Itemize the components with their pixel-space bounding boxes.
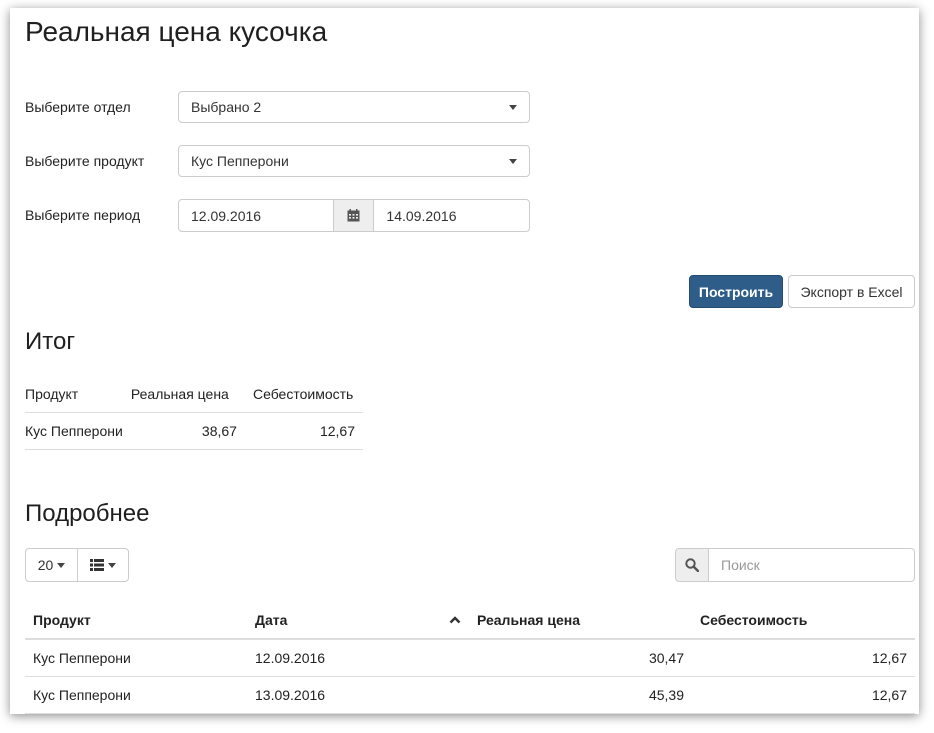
row-cost-cell: 12,67 (692, 639, 915, 677)
row-product-cell: Кус Пепперони (25, 639, 247, 677)
page-title: Реальная цена кусочка (25, 16, 328, 47)
period-label: Выберите период (25, 207, 141, 223)
caret-down-icon (509, 158, 517, 164)
department-select-value: Выбрано 2 (191, 99, 262, 115)
department-select[interactable]: Выбрано 2 (178, 91, 530, 123)
search-group (675, 548, 915, 582)
caret-down-icon (57, 562, 66, 568)
build-button[interactable]: Построить (689, 275, 783, 308)
row-real-price-cell: 30,47 (469, 639, 692, 677)
summary-table: Продукт Реальная цена Себестоимость Кус … (25, 376, 363, 450)
export-excel-button[interactable]: Экспорт в Excel (788, 275, 915, 308)
chevron-up-icon (449, 616, 461, 624)
calendar-addon (333, 199, 374, 232)
row-cost-cell: 12,67 (692, 676, 915, 714)
period-range: 12.09.2016 14.09.2016 (178, 199, 530, 232)
row-date-cell: 13.09.2016 (247, 676, 469, 714)
caret-down-icon (108, 562, 116, 568)
product-select[interactable]: Кус Пепперони (178, 145, 530, 177)
page-size-value: 20 (37, 557, 54, 573)
row-product-cell: Кус Пепперони (25, 676, 247, 714)
product-label: Выберите продукт (25, 153, 145, 169)
summary-header-row: Продукт Реальная цена Себестоимость (25, 376, 363, 413)
summary-col-cost: Себестоимость (236, 376, 363, 413)
columns-toggle-button[interactable] (77, 548, 129, 582)
summary-cost-cell: 12,67 (236, 412, 363, 450)
calendar-icon (347, 209, 360, 222)
col-cost-header[interactable]: Себестоимость (692, 602, 915, 640)
col-product-header[interactable]: Продукт (25, 602, 247, 640)
col-real-price-header[interactable]: Реальная цена (469, 602, 692, 640)
summary-col-real-price: Реальная цена (130, 376, 237, 413)
summary-product-cell: Кус Пепперони (25, 412, 131, 450)
col-date-header[interactable]: Дата (247, 602, 469, 640)
search-icon (685, 558, 699, 572)
col-date-label: Дата (255, 612, 288, 628)
date-to-input[interactable]: 14.09.2016 (373, 199, 530, 232)
details-table: Продукт Дата Реальная цена Себестоимость… (25, 602, 915, 714)
summary-col-product: Продукт (25, 376, 131, 413)
row-date-cell: 12.09.2016 (247, 639, 469, 677)
summary-title: Итог (25, 328, 76, 355)
summary-real-price-cell: 38,67 (130, 412, 237, 450)
table-row: Кус Пепперони 13.09.2016 45,39 12,67 (25, 676, 915, 714)
search-addon[interactable] (675, 548, 709, 582)
page-size-dropdown[interactable]: 20 (25, 548, 78, 582)
caret-down-icon (509, 104, 517, 110)
department-label: Выберите отдел (25, 99, 131, 115)
row-real-price-cell: 45,39 (469, 676, 692, 714)
details-header-row: Продукт Дата Реальная цена Себестоимость (25, 602, 915, 640)
search-input[interactable] (709, 548, 915, 582)
date-from-input[interactable]: 12.09.2016 (178, 199, 334, 232)
app-window: Реальная цена кусочка Выберите отдел Выб… (10, 8, 919, 714)
product-select-value: Кус Пепперони (191, 153, 289, 169)
table-row: Кус Пепперони 38,67 12,67 (25, 412, 363, 450)
list-icon (90, 559, 104, 571)
table-row: Кус Пепперони 12.09.2016 30,47 12,67 (25, 639, 915, 677)
details-title: Подробнее (25, 500, 150, 527)
